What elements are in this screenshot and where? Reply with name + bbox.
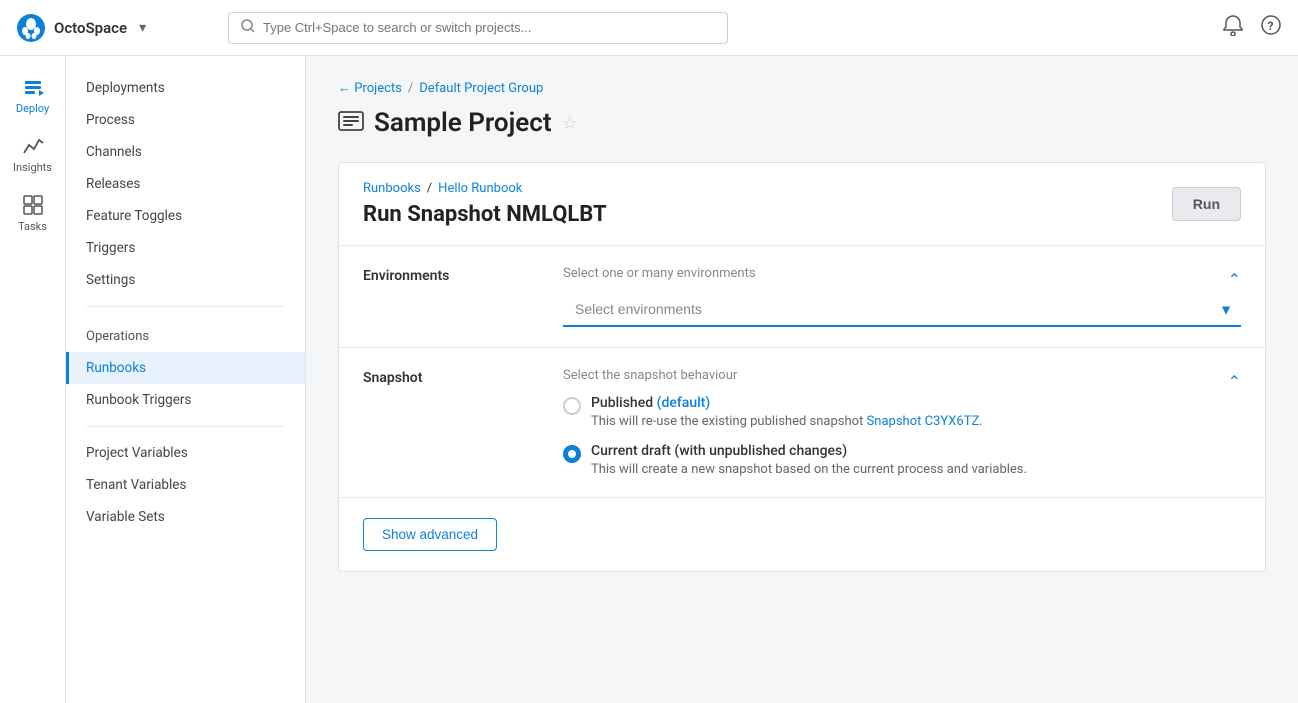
radio-published-desc: This will re-use the existing published … — [591, 414, 983, 429]
search-input[interactable] — [263, 20, 715, 35]
snapshot-content: Select the snapshot behaviour ⌃ Publishe… — [563, 368, 1241, 477]
tasks-icon — [22, 194, 44, 216]
search-bar[interactable] — [228, 12, 728, 44]
svg-text:?: ? — [1268, 19, 1274, 33]
environments-chevron-icon[interactable]: ⌃ — [1228, 270, 1241, 289]
main-content: ← Projects / Default Project Group Sampl… — [306, 56, 1298, 703]
nav-insights-label: Insights — [13, 161, 52, 174]
sidebar-item-feature-toggles[interactable]: Feature Toggles — [66, 200, 305, 232]
sidebar-item-tenant-variables[interactable]: Tenant Variables — [66, 469, 305, 501]
radio-published-text: Published (default) This will re-use the… — [591, 395, 983, 429]
brand-name: OctoSpace — [54, 19, 127, 37]
environments-row: Environments Select one or many environm… — [339, 246, 1265, 348]
environments-content: Select one or many environments ⌃ Select… — [563, 266, 1241, 327]
sidebar-item-releases[interactable]: Releases — [66, 168, 305, 200]
sidebar-item-settings[interactable]: Settings — [66, 264, 305, 296]
run-button[interactable]: Run — [1172, 187, 1241, 221]
octopus-logo — [16, 13, 46, 43]
run-breadcrumb: Runbooks / Hello Runbook — [363, 181, 607, 196]
radio-draft-label: Current draft (with unpublished changes) — [591, 443, 1027, 459]
notifications-icon[interactable] — [1222, 14, 1244, 41]
run-breadcrumb-runbooks[interactable]: Runbooks — [363, 181, 421, 196]
run-breadcrumb-sep: / — [427, 181, 432, 196]
show-advanced-button[interactable]: Show advanced — [363, 518, 497, 551]
breadcrumb-group[interactable]: Default Project Group — [419, 81, 543, 96]
sidebar-item-runbook-triggers[interactable]: Runbook Triggers — [66, 384, 305, 416]
nav-tasks-label: Tasks — [18, 220, 47, 233]
left-nav: Deploy Insights Tasks — [0, 56, 66, 703]
snapshot-link[interactable]: Snapshot C3YX6TZ — [867, 414, 980, 429]
topbar: OctoSpace ▾ ? — [0, 0, 1298, 56]
sidebar: Deployments Process Channels Releases Fe… — [66, 56, 306, 703]
radio-published[interactable]: Published (default) This will re-use the… — [563, 395, 1241, 429]
breadcrumb: ← Projects / Default Project Group — [338, 80, 1266, 96]
environments-label: Environments — [363, 266, 563, 284]
radio-published-label: Published (default) — [591, 395, 983, 411]
run-title: Run Snapshot NMLQLBT — [363, 202, 607, 227]
environments-header-row: Select one or many environments ⌃ — [563, 266, 1241, 293]
run-card: Runbooks / Hello Runbook Run Snapshot NM… — [338, 162, 1266, 572]
sidebar-item-process[interactable]: Process — [66, 104, 305, 136]
project-icon — [338, 110, 364, 137]
sidebar-divider-2 — [86, 426, 285, 427]
insights-icon — [22, 135, 44, 157]
radio-draft-circle[interactable] — [563, 445, 581, 463]
breadcrumb-projects[interactable]: ← Projects — [338, 80, 402, 96]
snapshot-subtitle: Select the snapshot behaviour — [563, 368, 737, 383]
help-icon[interactable]: ? — [1260, 14, 1282, 41]
brand-chevron[interactable]: ▾ — [139, 20, 146, 36]
breadcrumb-sep: / — [408, 81, 413, 96]
radio-published-circle[interactable] — [563, 397, 581, 415]
published-default-badge: (default) — [657, 395, 711, 411]
sidebar-item-variable-sets[interactable]: Variable Sets — [66, 501, 305, 533]
brand[interactable]: OctoSpace ▾ — [16, 13, 216, 43]
favorite-star-icon[interactable]: ☆ — [562, 113, 578, 134]
deploy-icon — [22, 76, 44, 98]
environments-subtitle: Select one or many environments — [563, 266, 756, 281]
snapshot-row: Snapshot Select the snapshot behaviour ⌃… — [339, 348, 1265, 498]
radio-draft-desc: This will create a new snapshot based on… — [591, 462, 1027, 477]
page-title-row: Sample Project ☆ — [338, 108, 1266, 138]
run-breadcrumb-hello[interactable]: Hello Runbook — [438, 181, 522, 196]
page-title: Sample Project — [374, 108, 552, 138]
sidebar-item-runbooks[interactable]: Runbooks — [66, 352, 305, 384]
sidebar-item-project-variables[interactable]: Project Variables — [66, 437, 305, 469]
nav-insights[interactable]: Insights — [5, 127, 61, 182]
run-header: Runbooks / Hello Runbook Run Snapshot NM… — [339, 163, 1265, 246]
sidebar-item-deployments[interactable]: Deployments — [66, 72, 305, 104]
nav-deploy-label: Deploy — [16, 102, 49, 115]
sidebar-item-triggers[interactable]: Triggers — [66, 232, 305, 264]
sidebar-item-channels[interactable]: Channels — [66, 136, 305, 168]
search-icon — [241, 19, 255, 37]
sidebar-divider-1 — [86, 306, 285, 307]
radio-current-draft[interactable]: Current draft (with unpublished changes)… — [563, 443, 1241, 477]
env-select-wrapper: Select environments ▼ — [563, 293, 1241, 327]
radio-draft-text: Current draft (with unpublished changes)… — [591, 443, 1027, 477]
snapshot-label: Snapshot — [363, 368, 563, 386]
topbar-actions: ? — [1222, 14, 1282, 41]
show-advanced-row: Show advanced — [339, 498, 1265, 571]
sidebar-section-operations: Operations — [66, 317, 305, 352]
nav-deploy[interactable]: Deploy — [5, 68, 61, 123]
nav-tasks[interactable]: Tasks — [5, 186, 61, 241]
snapshot-chevron-icon[interactable]: ⌃ — [1228, 372, 1241, 391]
environments-select[interactable]: Select environments — [563, 293, 1241, 327]
snapshot-header-row: Select the snapshot behaviour ⌃ — [563, 368, 1241, 395]
run-header-left: Runbooks / Hello Runbook Run Snapshot NM… — [363, 181, 607, 227]
